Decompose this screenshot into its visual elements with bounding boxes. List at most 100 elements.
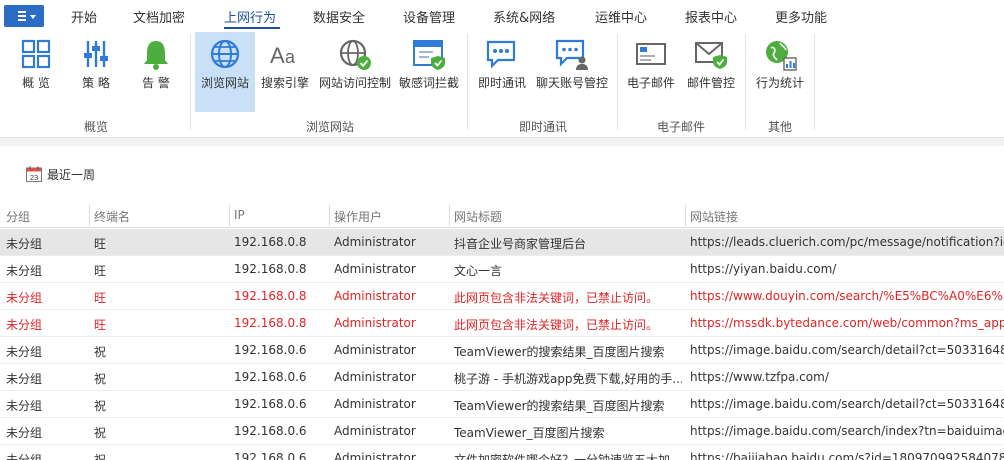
menu-bar: 开始 文档加密 上网行为 数据安全 设备管理 系统&网络 运维中心 报表中心 更…: [0, 0, 1004, 32]
group-label-other: 其他: [767, 120, 792, 134]
email-shield-icon: [695, 42, 727, 69]
ribbon-toolbar: 概 览 策 略 告 警 浏览网站 A a 搜索引擎 网站访问控制 敏感词拦截 即…: [0, 32, 1004, 138]
email-label: 电子邮件: [626, 76, 675, 90]
menu-data-security[interactable]: 数据安全: [313, 7, 365, 26]
group-separator: [190, 34, 191, 130]
cell-ip: 192.168.0.6: [234, 424, 307, 438]
instant-messaging-label: 即时通讯: [477, 76, 526, 90]
column-resize-handle[interactable]: [329, 205, 330, 226]
cell-group: 未分组: [6, 399, 43, 413]
table-row[interactable]: 未分组 旺 192.168.0.8 Administrator 此网页包含非法关…: [0, 310, 1004, 337]
cell-ip: 192.168.0.6: [234, 451, 307, 460]
table-row[interactable]: 未分组 旺 192.168.0.8 Administrator 抖音企业号商家管…: [0, 229, 1004, 256]
email-button[interactable]: 电子邮件: [623, 32, 679, 112]
cell-terminal: 旺: [94, 264, 107, 278]
cell-terminal: 祝: [94, 399, 107, 413]
instant-messaging-button[interactable]: 即时通讯: [474, 32, 530, 112]
table-row[interactable]: 未分组 祝 192.168.0.6 Administrator TeamView…: [0, 337, 1004, 364]
table-row[interactable]: 未分组 祝 192.168.0.6 Administrator 文件加密软件哪个…: [0, 445, 1004, 460]
column-header-terminal[interactable]: 终端名: [94, 208, 130, 225]
chat-account-control-button[interactable]: 聊天账号管控: [532, 32, 612, 112]
cell-group: 未分组: [6, 264, 43, 278]
menu-ops-center[interactable]: 运维中心: [595, 7, 647, 26]
behavior-statistics-button[interactable]: 行为统计: [752, 32, 808, 112]
cell-url: https://baijiahao.baidu.com/s?id=1809709…: [690, 451, 1004, 460]
alarm-bell-icon: [144, 41, 168, 70]
overview-label: 概 览: [22, 76, 50, 90]
group-separator: [467, 34, 468, 130]
column-resize-handle[interactable]: [89, 205, 90, 226]
cell-user: Administrator: [334, 397, 416, 411]
cell-url: https://yiyan.baidu.com/: [690, 262, 837, 276]
cell-terminal: 祝: [94, 372, 107, 386]
calendar-icon: 23: [26, 166, 42, 182]
hamburger-icon: [18, 11, 26, 21]
column-header-group[interactable]: 分组: [6, 208, 30, 225]
cell-user: Administrator: [334, 316, 416, 330]
cell-title: 抖音企业号商家管理后台: [454, 237, 587, 251]
cell-user: Administrator: [334, 424, 416, 438]
ribbon-divider: [0, 138, 1004, 146]
email-icon: [636, 43, 666, 65]
email-control-button[interactable]: 邮件管控: [683, 32, 739, 112]
cell-title: TeamViewer的搜索结果_百度图片搜索: [454, 399, 665, 413]
cell-user: Administrator: [334, 262, 416, 276]
table-row[interactable]: 未分组 旺 192.168.0.8 Administrator 此网页包含非法关…: [0, 283, 1004, 310]
table-row[interactable]: 未分组 祝 192.168.0.6 Administrator 桃子游 - 手机…: [0, 364, 1004, 391]
website-access-control-label: 网站访问控制: [318, 76, 391, 90]
alarm-label: 告 警: [142, 76, 170, 90]
sensitive-word-block-button[interactable]: 敏感词拦截: [396, 32, 462, 112]
alarm-button[interactable]: 告 警: [128, 32, 184, 112]
column-header-ip[interactable]: IP: [234, 208, 245, 222]
globe-chart-icon: [766, 41, 797, 71]
column-resize-handle[interactable]: [449, 205, 450, 226]
calendar-day: 23: [30, 173, 38, 182]
menu-more[interactable]: 更多功能: [775, 7, 827, 26]
cell-group: 未分组: [6, 291, 43, 305]
website-access-control-button[interactable]: 网站访问控制: [316, 32, 394, 112]
cell-title: TeamViewer_百度图片搜索: [454, 426, 605, 440]
menu-report-center[interactable]: 报表中心: [685, 7, 737, 26]
column-header-title[interactable]: 网站标题: [454, 208, 502, 225]
cell-terminal: 旺: [94, 237, 107, 251]
font-aa-icon: A a: [270, 43, 296, 68]
menu-system-network[interactable]: 系统&网络: [493, 7, 555, 26]
group-label-overview: 概览: [83, 120, 108, 134]
cell-user: Administrator: [334, 370, 416, 384]
cell-ip: 192.168.0.6: [234, 397, 307, 411]
browse-websites-label: 浏览网站: [200, 76, 249, 90]
app-menu-button[interactable]: [4, 5, 44, 27]
group-label-browse: 浏览网站: [305, 120, 354, 134]
table-row[interactable]: 未分组 祝 192.168.0.6 Administrator TeamView…: [0, 418, 1004, 445]
cell-group: 未分组: [6, 345, 43, 359]
cell-title: 桃子游 - 手机游戏app免费下载,好用的手...: [454, 372, 682, 386]
menu-doc-encryption[interactable]: 文档加密: [133, 7, 185, 26]
cell-title: 此网页包含非法关键词，已禁止访问。: [454, 318, 659, 332]
overview-button[interactable]: 概 览: [8, 32, 64, 112]
column-resize-handle[interactable]: [685, 205, 686, 226]
menu-start[interactable]: 开始: [71, 7, 97, 26]
table-header: 分组 终端名 IP 操作用户 网站标题 网站链接: [0, 203, 1004, 228]
cell-url: https://www.tzfpa.com/: [690, 370, 829, 384]
cell-group: 未分组: [6, 318, 43, 332]
search-engine-label: 搜索引擎: [260, 76, 309, 90]
browse-websites-button[interactable]: 浏览网站: [195, 32, 255, 112]
cell-url: https://image.baidu.com/search/index?tn=…: [690, 424, 1004, 438]
column-header-user[interactable]: 操作用户: [334, 208, 382, 225]
cell-title: TeamViewer的搜索结果_百度图片搜索: [454, 345, 665, 359]
table-row[interactable]: 未分组 旺 192.168.0.8 Administrator 文心一言 htt…: [0, 256, 1004, 283]
column-resize-handle[interactable]: [229, 205, 230, 226]
group-separator: [745, 34, 746, 130]
cell-ip: 192.168.0.8: [234, 262, 307, 276]
cell-ip: 192.168.0.6: [234, 370, 307, 384]
menu-device-management[interactable]: 设备管理: [403, 7, 455, 26]
column-header-url[interactable]: 网站链接: [690, 208, 738, 225]
cell-url: https://www.douyin.com/search/%E5%BC%A0%…: [690, 289, 1004, 303]
policy-button[interactable]: 策 略: [68, 32, 124, 112]
search-engine-button[interactable]: A a 搜索引擎: [257, 32, 313, 112]
cell-group: 未分组: [6, 453, 43, 460]
cell-ip: 192.168.0.8: [234, 289, 307, 303]
menu-internet-behavior[interactable]: 上网行为: [224, 7, 276, 26]
cell-ip: 192.168.0.8: [234, 316, 307, 330]
table-row[interactable]: 未分组 祝 192.168.0.6 Administrator TeamView…: [0, 391, 1004, 418]
